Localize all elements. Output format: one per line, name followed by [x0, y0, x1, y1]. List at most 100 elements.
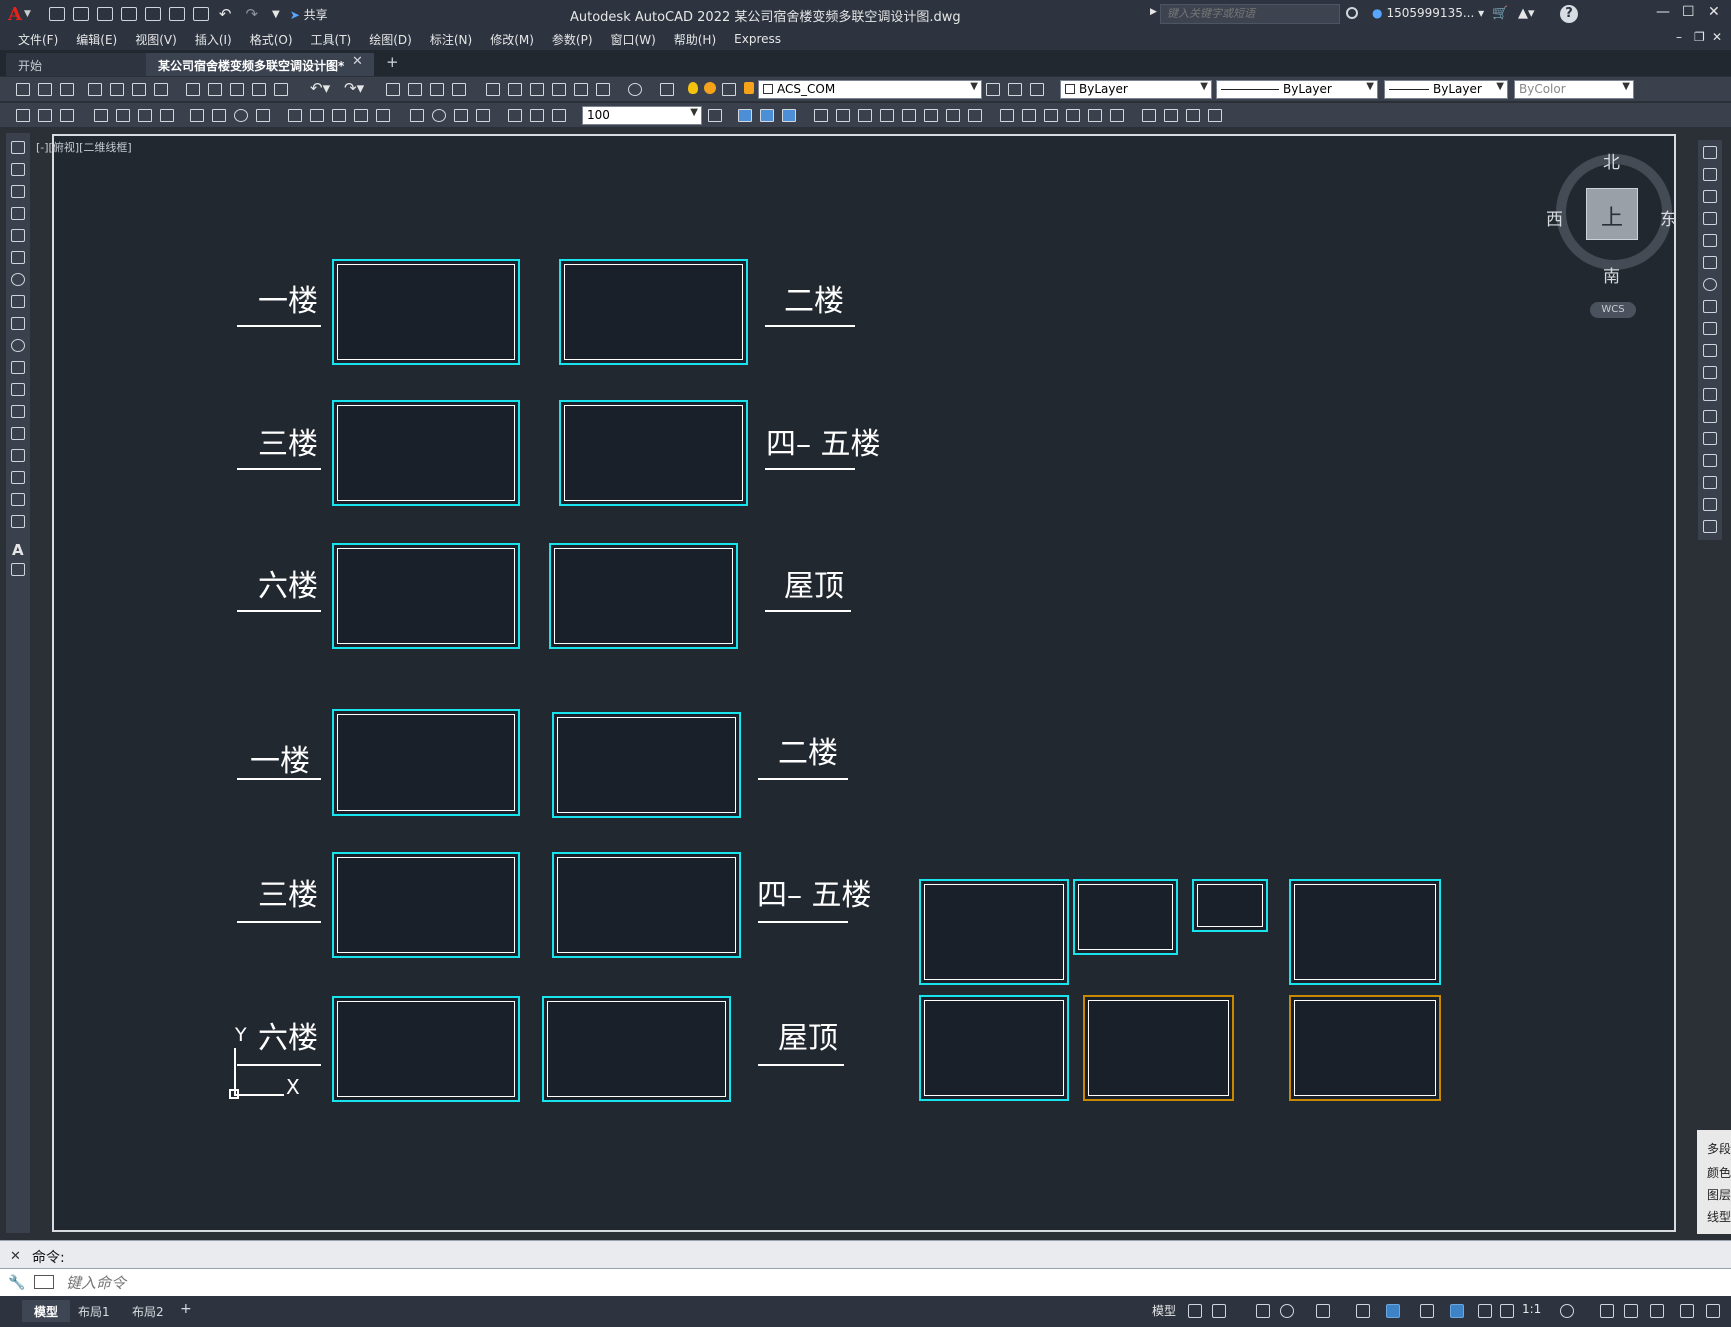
ortho-icon[interactable] [1256, 1304, 1270, 1318]
color-combo[interactable]: ByLayer ▼ [1060, 80, 1212, 99]
tab-layout1[interactable]: 布局1 [66, 1300, 122, 1322]
tab-start[interactable]: 开始 [6, 53, 146, 76]
save-to-web-icon[interactable] [168, 7, 185, 21]
customize-qat-icon[interactable]: ▼ [272, 9, 280, 20]
multiline-text-icon[interactable]: A [12, 541, 24, 559]
menu-dimension[interactable]: 标注(N) [430, 31, 472, 48]
plot-icon[interactable] [192, 7, 209, 21]
add-selected-icon[interactable] [11, 563, 25, 576]
linetype-combo[interactable]: ByLayer ▼ [1216, 80, 1378, 99]
redo-icon[interactable]: ↷ [245, 5, 258, 23]
object-snap-icon[interactable] [1386, 1304, 1400, 1318]
inspection-icon[interactable] [454, 109, 468, 122]
polygon-icon[interactable] [11, 207, 25, 220]
break-right-icon[interactable] [1703, 410, 1717, 423]
layer-walk-icon[interactable] [60, 109, 74, 122]
rotate-icon[interactable] [880, 109, 894, 122]
tab-close-icon[interactable]: ✕ [352, 54, 363, 69]
zoom-window-icon[interactable] [430, 83, 444, 96]
block-editor-icon[interactable] [274, 83, 288, 96]
text-front-icon[interactable] [1208, 109, 1222, 122]
annotation-scale-icon[interactable] [1500, 1304, 1514, 1318]
a360-icon[interactable]: ▲▾ [1518, 6, 1535, 21]
menu-tools[interactable]: 工具(T) [311, 31, 352, 48]
close-button[interactable]: ✕ [1708, 4, 1720, 20]
menu-window[interactable]: 窗口(W) [611, 31, 656, 48]
point-icon[interactable] [11, 427, 25, 440]
line-icon[interactable] [11, 141, 25, 154]
menu-view[interactable]: 视图(V) [135, 31, 177, 48]
tool-palettes-icon[interactable] [530, 83, 544, 96]
move-icon[interactable] [858, 109, 872, 122]
lineweight-combo[interactable]: ByLayer ▼ [1384, 80, 1508, 99]
undo-toolbar-icon[interactable]: ↶▾ [310, 79, 330, 97]
open-icon[interactable] [38, 83, 52, 96]
dimension-scale-combo[interactable]: 100 ▼ [582, 106, 702, 125]
rotate-right-icon[interactable] [1703, 278, 1717, 291]
doc-minimize-icon[interactable]: – [1676, 30, 1682, 44]
erase-icon[interactable] [738, 109, 752, 122]
diameter-dimension-icon[interactable] [234, 109, 248, 122]
explode-icon[interactable] [1110, 109, 1124, 122]
layer-properties-icon[interactable] [660, 83, 674, 96]
qp-linetype[interactable]: 线型 [1707, 1208, 1731, 1225]
sheet-1f-b[interactable] [332, 709, 520, 816]
sheet-2f-a[interactable] [559, 259, 748, 365]
clean-screen-icon[interactable] [1680, 1304, 1694, 1318]
break-icon[interactable] [1000, 109, 1014, 122]
plot-toolbar-icon[interactable] [88, 83, 102, 96]
customization-icon[interactable] [1706, 1304, 1720, 1318]
break-at-point-icon[interactable] [1703, 388, 1717, 401]
erase-right-icon[interactable] [1703, 146, 1717, 159]
units-icon[interactable] [1624, 1304, 1638, 1318]
spline-icon[interactable] [11, 317, 25, 330]
help-search-input[interactable] [1160, 4, 1340, 24]
dimension-text-edit-icon[interactable] [530, 109, 544, 122]
join-icon[interactable] [1022, 109, 1036, 122]
table-icon[interactable] [11, 515, 25, 528]
sheet-roof-a[interactable] [549, 543, 738, 649]
doc-close-icon[interactable]: ✕ [1712, 30, 1722, 44]
polyline-icon[interactable] [11, 185, 25, 198]
gradient-icon[interactable] [11, 471, 25, 484]
sheet-1f-a[interactable] [332, 259, 520, 365]
linear-dimension-icon[interactable] [94, 109, 108, 122]
open-from-web-icon[interactable] [144, 7, 161, 21]
sheet-design-notes[interactable] [1289, 995, 1441, 1101]
menu-modify[interactable]: 修改(M) [490, 31, 534, 48]
dimension-edit-icon[interactable] [508, 109, 522, 122]
grid-icon[interactable] [1188, 1304, 1202, 1318]
sheet-2f-b[interactable] [552, 712, 741, 818]
paste-icon[interactable] [230, 83, 244, 96]
dimension-style-icon[interactable] [708, 109, 722, 122]
command-input[interactable] [66, 1272, 1706, 1293]
help-icon[interactable]: ? [1560, 5, 1578, 23]
dimension-space-icon[interactable] [354, 109, 368, 122]
viewcube-north[interactable]: 北 [1603, 148, 1620, 173]
mirror-right-icon[interactable] [1703, 190, 1717, 203]
viewcube-east[interactable]: 东 [1660, 205, 1677, 230]
layer-thaw-icon[interactable] [704, 82, 716, 94]
sheet-roof-b[interactable] [542, 996, 731, 1102]
jogged-dimension-icon[interactable] [212, 109, 226, 122]
stretch-right-icon[interactable] [1703, 322, 1717, 335]
fillet-right-icon[interactable] [1703, 476, 1717, 489]
tab-layout2[interactable]: 布局2 [120, 1300, 176, 1322]
qp-color[interactable]: 颜色 [1707, 1164, 1731, 1181]
sheet-6f-a[interactable] [332, 543, 520, 649]
save-workspace-icon[interactable] [38, 109, 52, 122]
quick-dimension-icon[interactable] [288, 109, 302, 122]
extend-right-icon[interactable] [1703, 366, 1717, 379]
ellipse-arc-icon[interactable] [11, 361, 25, 374]
snap-icon[interactable] [1212, 1304, 1226, 1318]
qnew-icon[interactable] [16, 83, 30, 96]
copy-right-icon[interactable] [1703, 168, 1717, 181]
send-back-icon[interactable] [1186, 109, 1200, 122]
menu-draw[interactable]: 绘图(D) [369, 31, 412, 48]
save-icon[interactable] [96, 7, 113, 21]
calculator-icon[interactable] [596, 83, 610, 96]
sheet-equipment-list[interactable] [1083, 995, 1234, 1101]
properties-icon[interactable] [486, 83, 500, 96]
join-right-icon[interactable] [1703, 432, 1717, 445]
jogged-linear-icon[interactable] [476, 109, 490, 122]
